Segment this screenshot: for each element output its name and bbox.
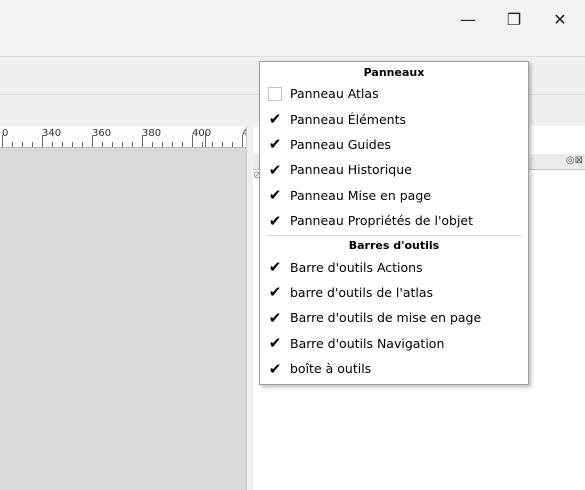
close-button[interactable]: ✕ — [537, 0, 583, 38]
title-bar: — ❐ ✕ — [0, 0, 585, 38]
menu-item-label: boîte à outils — [290, 361, 372, 377]
horizontal-ruler: 0 340 360 380 400 4 — [0, 126, 250, 148]
menu-section-header: Barres d'outils — [348, 239, 440, 253]
ruler-label: 380 — [142, 128, 162, 139]
menu-item[interactable]: ✔ Panneau Propriétés de l'objet — [260, 208, 528, 233]
minimize-button[interactable]: — — [445, 0, 491, 38]
ruler-tick — [132, 142, 133, 147]
ruler-tick — [162, 142, 163, 147]
ruler-tick — [172, 142, 173, 147]
ruler-tick — [92, 135, 93, 147]
menu-item-label: Barre d'outils de mise en page — [290, 310, 482, 326]
ruler-tick — [232, 142, 233, 147]
menu-item[interactable]: ✔ Barre d'outils Actions — [260, 254, 528, 279]
ruler-tick — [242, 135, 243, 147]
checkmark-icon: ✔ — [268, 359, 282, 378]
menu-item-label: Panneau Éléments — [290, 111, 406, 127]
menu-item-label: Panneau Historique — [290, 162, 412, 178]
menu-item-label: Panneau Mise en page — [290, 187, 431, 203]
menu-item[interactable]: ✔ Panneau Éléments — [260, 106, 528, 131]
menu-item-label: Panneau Guides — [290, 136, 391, 152]
menu-separator — [266, 235, 522, 237]
ruler-tick — [72, 142, 73, 147]
panels-toolbars-context-menu: Panneaux Panneau Atlas ✔ Panneau Éléments ✔ P… — [259, 61, 529, 386]
checkmark-icon: ✔ — [268, 334, 282, 353]
dock-splitter[interactable] — [246, 126, 253, 490]
ruler-tick — [112, 142, 113, 147]
menu-item[interactable]: ✔ Panneau Guides — [260, 132, 528, 157]
ruler-tick — [2, 135, 3, 147]
menu-item-label: Barre d'outils Navigation — [290, 335, 445, 351]
checkmark-icon: ✔ — [268, 283, 282, 302]
ruler-tick — [32, 142, 33, 147]
ruler-tick — [42, 135, 43, 147]
checkmark-icon: ✔ — [268, 211, 282, 230]
menu-item-label: Panneau Propriétés de l'objet — [290, 213, 474, 229]
ruler-tick — [52, 142, 53, 147]
menu-item[interactable]: Panneau Atlas — [260, 81, 528, 106]
menu-item[interactable]: ✔ Barre d'outils Navigation — [260, 331, 528, 356]
ruler-tick — [152, 142, 153, 147]
ruler-tick — [222, 142, 223, 147]
menu-item-label: Panneau Atlas — [290, 86, 379, 102]
menu-item[interactable]: ✔ boîte à outils — [260, 356, 528, 381]
menu-bar — [0, 38, 585, 56]
ruler-tick — [202, 142, 203, 147]
checkmark-icon: ✔ — [268, 135, 282, 154]
ruler-label: 360 — [92, 128, 112, 139]
menu-item[interactable]: ✔ Panneau Historique — [260, 157, 528, 182]
checkmark-icon: ✔ — [268, 160, 282, 179]
ruler-tick — [122, 142, 123, 147]
empty-checkbox-icon — [268, 86, 282, 101]
menu-item[interactable]: ✔ Barre d'outils de mise en page — [260, 305, 528, 330]
checkmark-icon: ✔ — [268, 258, 282, 277]
layout-canvas[interactable] — [0, 148, 246, 490]
ruler-tick — [102, 142, 103, 147]
checkmark-icon: ✔ — [268, 110, 282, 129]
menu-item-label: barre d'outils de l'atlas — [290, 284, 434, 300]
checkmark-icon: ✔ — [268, 186, 282, 205]
dock-float-close-icon[interactable]: ◎⊠ — [566, 155, 583, 166]
ruler-label: 400 — [192, 128, 212, 139]
menu-item[interactable]: ✔ Panneau Mise en page — [260, 183, 528, 208]
ruler-tick — [12, 142, 13, 147]
ruler-tick — [182, 142, 183, 147]
ruler-position-marker — [205, 132, 206, 147]
ruler-label: 340 — [42, 128, 62, 139]
ruler-tick — [192, 135, 193, 147]
ruler-tick — [212, 142, 213, 147]
menu-item-label: Barre d'outils Actions — [290, 259, 423, 275]
ruler-tick — [22, 142, 23, 147]
ruler-tick — [142, 135, 143, 147]
menu-item[interactable]: ✔ barre d'outils de l'atlas — [260, 280, 528, 305]
ruler-tick — [82, 142, 83, 147]
menu-section-header: Panneaux — [363, 66, 425, 79]
maximize-button[interactable]: ❐ — [491, 0, 537, 38]
ruler-tick — [62, 142, 63, 147]
checkmark-icon: ✔ — [268, 308, 282, 327]
